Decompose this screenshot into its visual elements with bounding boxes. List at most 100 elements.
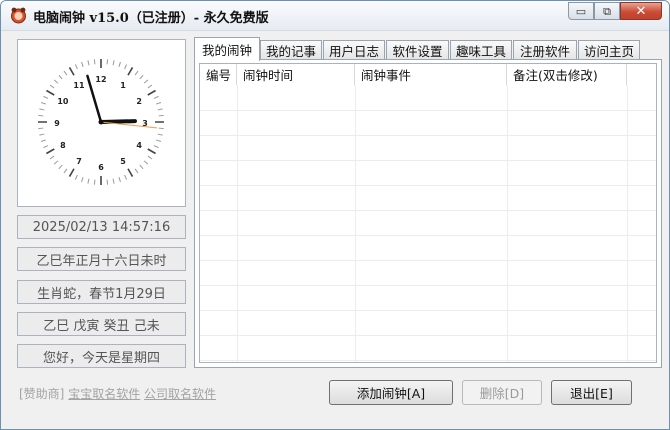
grid-row-line [200, 235, 656, 236]
clock-tick [112, 178, 115, 184]
clock-tick [153, 95, 159, 99]
clock-tick [68, 67, 75, 76]
clock-tick [93, 179, 96, 185]
clock-tick [127, 67, 134, 76]
clock-tick [46, 148, 55, 155]
company-naming-link[interactable]: 公司取名软件 [144, 387, 216, 401]
clock-tick [39, 133, 45, 136]
add-alarm-button[interactable]: 添加闹钟[A] [329, 380, 453, 405]
clock-number: 7 [76, 157, 82, 166]
clock-tick [81, 61, 84, 67]
sponsor-label: [赞助商] [19, 387, 65, 401]
clock-tick [87, 60, 90, 66]
datetime-display: 2025/02/13 14:57:16 [17, 215, 186, 239]
clock-tick [58, 74, 63, 80]
alarm-list[interactable]: 编号 闹钟时间 闹钟事件 备注(双击修改) [199, 63, 657, 363]
clock-tick [143, 160, 149, 165]
clock-tick [139, 74, 144, 80]
alarms-tab-panel: 编号 闹钟时间 闹钟事件 备注(双击修改) [194, 59, 662, 368]
clock-tick [118, 177, 121, 183]
baby-naming-link[interactable]: 宝宝取名软件 [68, 387, 140, 401]
grid-row-line [200, 285, 656, 286]
clock-number: 2 [136, 97, 142, 106]
clock-tick [53, 160, 59, 165]
clock-tick [93, 59, 96, 65]
clock-number: 8 [60, 141, 66, 150]
grid-column-line [237, 85, 238, 362]
clock-tick [74, 64, 78, 70]
close-button[interactable]: ✕ [620, 2, 662, 20]
col-header-note[interactable]: 备注(双击修改) [507, 64, 627, 85]
tab-user-log[interactable]: 用户日志 [323, 40, 385, 60]
grid-row-line [200, 310, 656, 311]
title-bar[interactable]: 电脑闹钟 v15.0（已注册）- 永久免费版 ▭ ⧉ ✕ [1, 1, 669, 31]
clock-tick [124, 64, 128, 70]
clock-tick [118, 61, 121, 67]
clock-tick [43, 145, 49, 149]
clock-tick [127, 168, 134, 177]
clock-center [98, 119, 104, 125]
clock-tick [43, 95, 49, 99]
grid-column-line [507, 85, 508, 362]
clock-tick [143, 79, 149, 84]
minimize-button[interactable]: ▭ [568, 2, 594, 20]
clock-tick [40, 139, 46, 142]
clock-tick [147, 89, 156, 96]
tab-my-alarms[interactable]: 我的闹钟 [194, 37, 260, 61]
col-header-number[interactable]: 编号 [200, 64, 237, 85]
tab-my-notes[interactable]: 我的记事 [260, 40, 322, 60]
clock-number: 1 [120, 81, 126, 90]
delete-button[interactable]: 删除[D] [462, 380, 542, 405]
clock-number: 4 [136, 141, 142, 150]
clock-tick [46, 89, 55, 96]
clock-tick [49, 84, 55, 89]
clock-tick [74, 174, 78, 180]
app-alarm-icon [11, 7, 26, 24]
clock-tick [63, 168, 68, 174]
col-header-alarm-time[interactable]: 闹钟时间 [237, 64, 355, 85]
clock-tick [112, 60, 115, 66]
tab-register[interactable]: 注册软件 [513, 40, 577, 60]
clock-tick [139, 164, 144, 170]
ganzhi-display: 乙巳 戊寅 癸丑 己未 [17, 312, 186, 336]
clock-tick [81, 177, 84, 183]
grid-row-line [200, 185, 656, 186]
tab-homepage[interactable]: 访问主页 [578, 40, 640, 60]
grid-row-line [200, 360, 656, 361]
grid-row-line [200, 335, 656, 336]
tab-settings[interactable]: 软件设置 [386, 40, 449, 60]
clock-tick [39, 108, 45, 111]
grid-column-line [627, 85, 628, 362]
clock-tick [106, 59, 109, 65]
clock-tick [53, 79, 59, 84]
clock-number: 10 [57, 97, 69, 106]
clock-tick [157, 108, 163, 111]
clock-number: 11 [73, 81, 85, 90]
alarm-list-header: 编号 闹钟时间 闹钟事件 备注(双击修改) [200, 64, 656, 85]
clock-number: 9 [54, 119, 60, 128]
analog-clock-panel: 12 1 2 3 4 5 6 7 8 9 10 11 [17, 39, 186, 207]
zodiac-display: 生肖蛇，春节1月29日 [17, 280, 186, 304]
clock-tick [68, 168, 75, 177]
col-header-alarm-event[interactable]: 闹钟事件 [355, 64, 507, 85]
window-controls: ▭ ⧉ ✕ [568, 2, 662, 20]
lunar-date-display: 乙巳年正月十六日未时 [17, 247, 186, 271]
clock-tick [124, 174, 128, 180]
clock-tick [134, 168, 139, 174]
clock-tick [158, 127, 164, 130]
hour-hand [99, 119, 137, 124]
restore-button[interactable]: ⧉ [594, 2, 620, 20]
window-title: 电脑闹钟 v15.0（已注册）- 永久免费版 [33, 11, 269, 26]
clock-tick [147, 148, 156, 155]
grid-column-line [355, 85, 356, 362]
clock-tick [156, 102, 162, 105]
clock-tick [87, 178, 90, 184]
tab-fun-tools[interactable]: 趣味工具 [450, 40, 512, 60]
greeting-display: 您好，今天是星期四 [17, 344, 186, 368]
clock-tick [40, 102, 46, 105]
clock-tick [38, 127, 44, 130]
clock-tick [158, 114, 164, 117]
grid-row-line [200, 135, 656, 136]
sponsor-area: [赞助商] 宝宝取名软件 公司取名软件 [19, 385, 216, 402]
exit-button[interactable]: 退出[E] [551, 380, 632, 405]
